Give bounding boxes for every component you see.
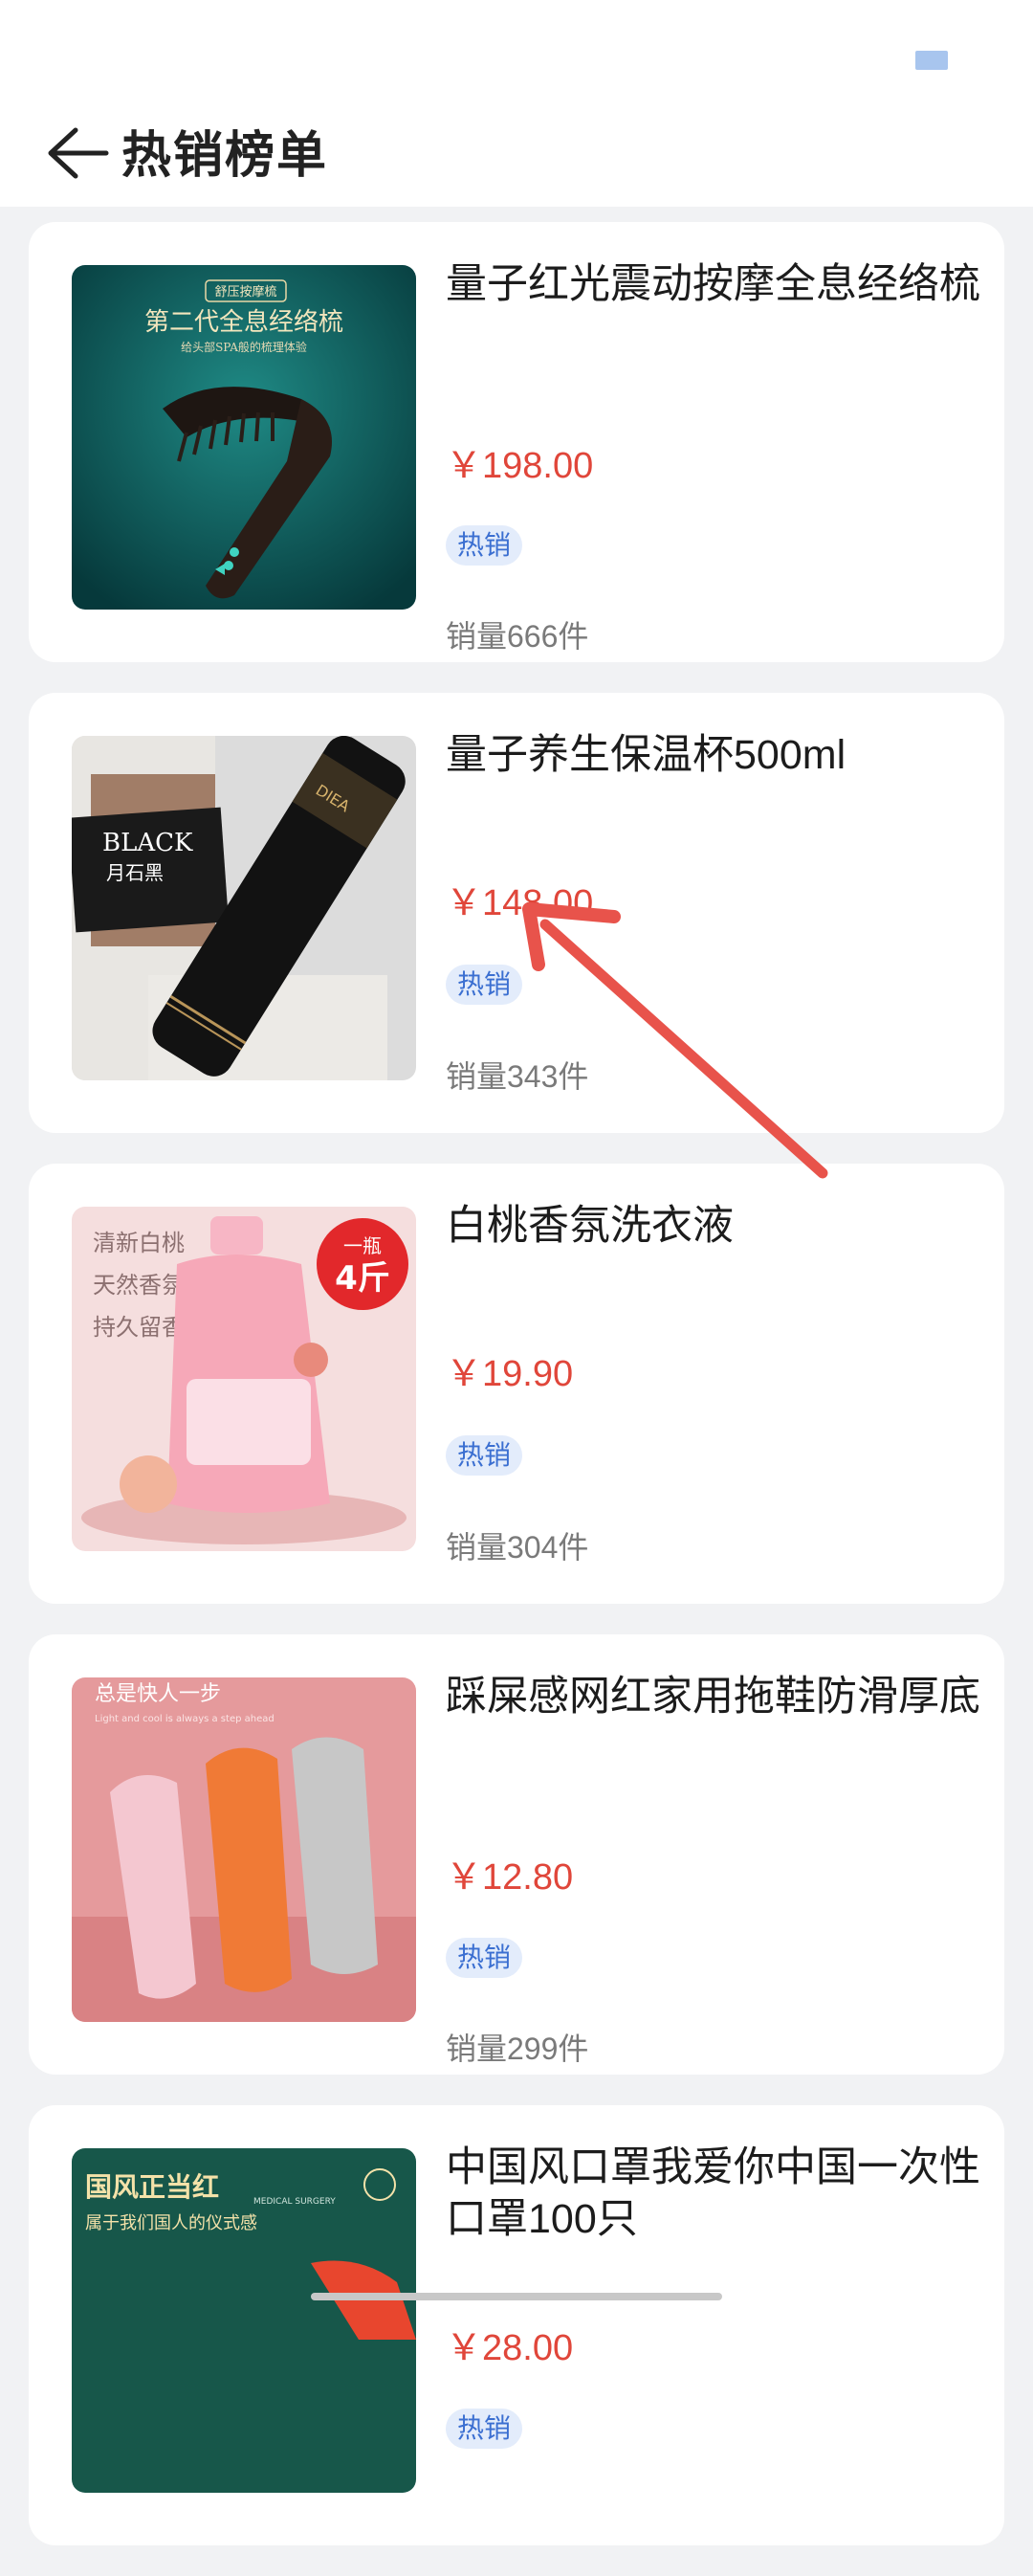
product-list: 舒压按摩梳 第二代全息经络梳 给头部SPA般的梳理体验 量子红光震动按摩全息经络…	[29, 222, 1004, 2576]
product-price: ￥12.80	[446, 1857, 574, 1898]
svg-text:月石黑: 月石黑	[106, 861, 164, 884]
product-title: 量子红光震动按摩全息经络梳	[446, 261, 980, 307]
svg-text:MEDICAL SURGERY: MEDICAL SURGERY	[253, 2197, 336, 2207]
product-info: 量子养生保温杯500ml ￥148.00 热销 销量343件	[446, 729, 981, 1102]
product-title: 中国风口罩我爱你中国一次性口罩100只	[446, 2144, 980, 2242]
hot-sale-badge: 热销	[446, 525, 523, 566]
header: 热销榜单	[0, 105, 1033, 207]
hot-sale-badge: 热销	[446, 1435, 523, 1476]
svg-text:BLACK: BLACK	[102, 829, 193, 857]
product-card[interactable]: BLACK 月石黑 DIEA 量子养生保温杯500ml ￥148.00 热销 销…	[29, 693, 1004, 1133]
sales-count: 销量304件	[446, 1530, 589, 1565]
product-title: 量子养生保温杯500ml	[446, 732, 846, 778]
hot-sale-badge: 热销	[446, 2409, 523, 2449]
svg-text:Light and cool is always a ste: Light and cool is always a step ahead	[95, 1714, 275, 1724]
product-image-thermos: BLACK 月石黑 DIEA	[72, 736, 416, 1080]
product-price: ￥198.00	[446, 446, 594, 486]
status-bar	[0, 0, 1033, 105]
svg-text:持久留香: 持久留香	[93, 1314, 185, 1341]
svg-text:舒压按摩梳: 舒压按摩梳	[214, 284, 276, 300]
product-info: 中国风口罩我爱你中国一次性口罩100只 ￥28.00 热销	[446, 2142, 981, 2515]
svg-text:清新白桃: 清新白桃	[93, 1230, 185, 1256]
hot-sale-badge: 热销	[446, 965, 523, 1005]
svg-text:第二代全息经络梳: 第二代全息经络梳	[144, 308, 343, 337]
svg-text:给头部SPA般的梳理体验: 给头部SPA般的梳理体验	[181, 340, 307, 354]
product-info: 白桃香氛洗衣液 ￥19.90 热销 销量304件	[446, 1200, 981, 1573]
product-card[interactable]: 舒压按摩梳 第二代全息经络梳 给头部SPA般的梳理体验 量子红光震动按摩全息经络…	[29, 222, 1004, 662]
svg-text:一瓶: 一瓶	[343, 1234, 382, 1257]
product-price: ￥19.90	[446, 1354, 574, 1394]
product-title: 白桃香氛洗衣液	[446, 1203, 734, 1249]
product-image-slippers: 总是快人一步 Light and cool is always a step a…	[72, 1677, 416, 2022]
svg-text:天然香氛: 天然香氛	[93, 1272, 185, 1299]
sales-count: 销量666件	[446, 619, 589, 654]
sales-count: 销量299件	[446, 2032, 589, 2066]
page-title: 热销榜单	[121, 128, 329, 184]
product-image-mask: 国风正当红 属于我们国人的仪式感 MEDICAL SURGERY	[72, 2148, 416, 2493]
svg-text:国风正当红: 国风正当红	[85, 2171, 219, 2203]
svg-text:属于我们国人的仪式感: 属于我们国人的仪式感	[85, 2213, 257, 2233]
back-button[interactable]	[38, 115, 115, 191]
product-info: 踩屎感网红家用拖鞋防滑厚底 ￥12.80 热销 销量299件	[446, 1671, 981, 2066]
product-card[interactable]: 总是快人一步 Light and cool is always a step a…	[29, 1634, 1004, 2075]
product-card[interactable]: 清新白桃 天然香氛 持久留香 一瓶 4斤 白桃香氛洗衣液 ￥19.90 热销 销…	[29, 1164, 1004, 1604]
status-indicator-icon	[915, 51, 948, 70]
product-image-comb: 舒压按摩梳 第二代全息经络梳 给头部SPA般的梳理体验	[72, 265, 416, 610]
svg-text:4斤: 4斤	[335, 1259, 390, 1298]
product-image-detergent: 清新白桃 天然香氛 持久留香 一瓶 4斤	[72, 1207, 416, 1551]
sales-count: 销量343件	[446, 1059, 589, 1094]
product-title: 踩屎感网红家用拖鞋防滑厚底	[446, 1674, 980, 1720]
back-arrow-icon	[48, 127, 109, 179]
product-price: ￥148.00	[446, 883, 594, 923]
svg-text:总是快人一步: 总是快人一步	[95, 1682, 221, 1706]
product-info: 量子红光震动按摩全息经络梳 ￥198.00 热销 销量666件	[446, 258, 981, 654]
product-price: ￥28.00	[446, 2328, 574, 2368]
hot-sale-badge: 热销	[446, 1938, 523, 1978]
product-card[interactable]: 国风正当红 属于我们国人的仪式感 MEDICAL SURGERY 中国风口罩我爱…	[29, 2105, 1004, 2545]
home-indicator[interactable]	[311, 2293, 722, 2300]
